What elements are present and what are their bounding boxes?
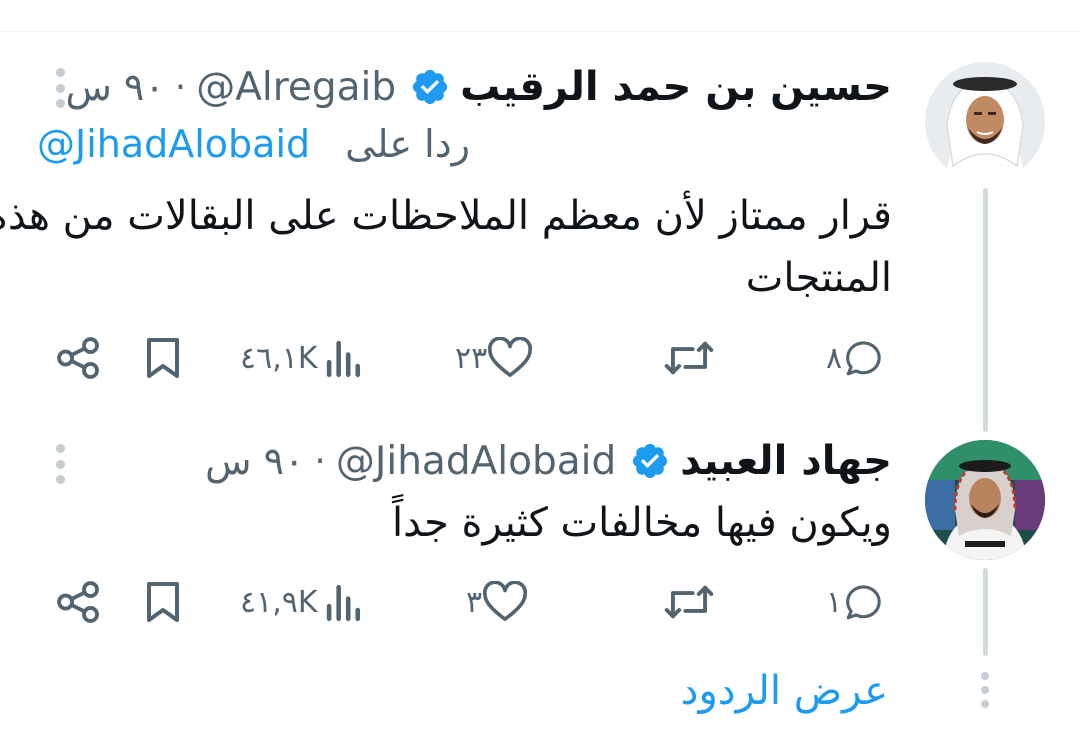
reply-button[interactable]: ١ [826,580,884,624]
tweet-text-line: قرار ممتاز لأن معظم الملاحظات على البقال… [0,193,892,239]
show-replies-link[interactable]: عرض الردود [681,668,888,718]
like-count: ٣ [466,584,483,620]
thread-line [983,568,988,656]
share-button[interactable] [56,580,102,624]
views-count: ٤٦,١K [240,340,318,376]
share-icon [57,337,99,379]
tweet-text: ويكون فيها مخالفات كثيرة جداً [392,492,892,554]
verified-badge-icon [630,441,670,481]
bookmark-icon [147,338,179,378]
heart-icon [488,337,533,377]
like-button[interactable]: ٢٣ [455,336,533,380]
tweet-header: جهاد العبيد @JihadAlobaid · ٩٠ س [205,436,892,486]
retweet-icon [664,341,714,375]
reply-button[interactable]: ٨ [826,336,884,380]
bookmark-button[interactable] [144,580,182,624]
reply-icon [846,585,881,620]
analytics-icon [326,340,360,378]
more-options-icon[interactable] [52,444,68,484]
timestamp[interactable]: ٩٠ س [205,439,304,483]
replying-to-handle[interactable]: @JihadAlobaid [37,122,310,172]
retweet-button[interactable] [664,336,714,380]
retweet-icon [664,585,714,619]
replying-to-label: ردا على [345,122,470,166]
separator-dot: · [174,66,187,108]
author-name[interactable]: جهاد العبيد [680,438,892,484]
tweet-text-line: المنتجات [745,255,892,301]
separator-dot: · [314,440,326,482]
avatar[interactable] [925,62,1045,182]
reply-count: ١ [826,584,843,620]
bookmark-button[interactable] [144,336,182,380]
more-options-icon[interactable] [52,68,68,108]
avatar-man-white-shemagh-icon [925,62,1045,182]
retweet-button[interactable] [664,580,714,624]
avatar[interactable] [925,440,1045,560]
tweet-text-line: ويكون فيها مخالفات كثيرة جداً [392,500,892,546]
bookmark-icon [147,582,179,622]
author-handle[interactable]: @Alregaib [196,65,396,110]
verified-badge-icon [410,67,450,107]
views-button[interactable]: ٤٦,١K [240,336,364,380]
reply-count: ٨ [826,340,843,376]
views-button[interactable]: ٤١,٩K [240,580,364,624]
heart-icon [483,581,528,621]
thread-line [983,188,988,432]
more-replies-dots-icon [978,672,992,708]
tweet-header: حسين بن حمد الرقيب @Alregaib · ٩٠ س [65,62,892,112]
author-name[interactable]: حسين بن حمد الرقيب [460,64,892,110]
share-icon [57,581,99,623]
author-handle[interactable]: @JihadAlobaid [336,439,616,484]
top-divider [0,31,1080,32]
like-count: ٢٣ [455,340,488,376]
views-count: ٤١,٩K [240,584,318,620]
timestamp[interactable]: ٩٠ س [65,65,164,109]
tweet-text: قرار ممتاز لأن معظم الملاحظات على البقال… [0,185,892,309]
like-button[interactable]: ٣ [466,580,528,624]
share-button[interactable] [56,336,102,380]
avatar-man-red-shemagh-icon [925,440,1045,560]
reply-icon [846,341,881,376]
analytics-icon [326,584,360,622]
